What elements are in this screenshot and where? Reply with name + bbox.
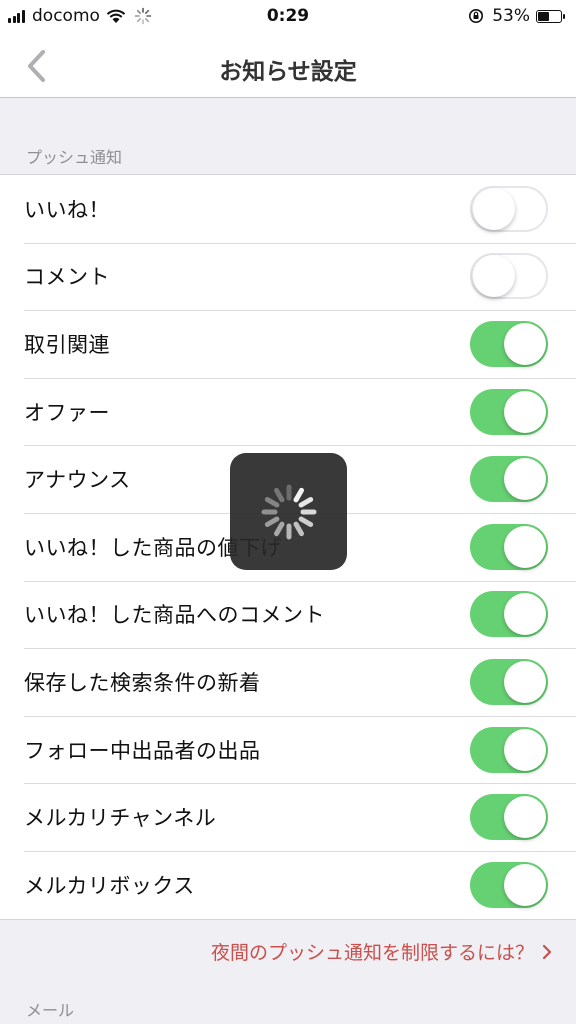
toggle-knob — [504, 660, 546, 703]
push-setting-toggle[interactable] — [470, 861, 548, 908]
battery-percent: 53% — [492, 6, 530, 26]
push-setting-label: コメント — [24, 265, 110, 290]
push-setting-row: コメント — [0, 242, 576, 311]
spinner-segment — [298, 516, 314, 527]
push-setting-label: いいね！した商品へのコメント — [24, 603, 325, 628]
toggle-knob — [504, 525, 546, 568]
loading-spinner-icon — [261, 484, 317, 540]
push-setting-label: いいね！ — [24, 197, 110, 222]
push-setting-row: いいね！ — [0, 175, 576, 243]
toggle-knob — [504, 796, 546, 839]
push-setting-toggle[interactable] — [470, 185, 548, 232]
rotation-lock-icon — [469, 9, 484, 23]
toggle-knob — [473, 187, 515, 230]
push-setting-label: メルカリチャンネル — [24, 806, 217, 831]
spinner-segment — [274, 521, 285, 537]
night-push-limit-text: 夜間のプッシュ通知を制限するには？ — [210, 942, 534, 964]
push-setting-label: メルカリボックス — [24, 873, 195, 898]
loading-hud — [230, 453, 347, 570]
push-setting-label: アナウンス — [24, 468, 131, 493]
push-setting-toggle[interactable] — [470, 658, 548, 705]
push-setting-row: メルカリチャンネル — [0, 783, 576, 851]
push-setting-toggle[interactable] — [470, 388, 548, 435]
battery-icon — [536, 9, 565, 23]
push-setting-label: フォロー中出品者の出品 — [24, 738, 261, 763]
push-setting-row: いいね！した商品へのコメント — [0, 580, 576, 649]
push-setting-toggle[interactable] — [470, 456, 548, 503]
status-bar: docomo 0:29 53% — [0, 0, 576, 34]
push-setting-row: 保存した検索条件の新着 — [0, 648, 576, 716]
push-setting-toggle[interactable] — [470, 591, 548, 638]
push-setting-toggle[interactable] — [470, 320, 548, 367]
push-setting-label: 保存した検索条件の新着 — [24, 670, 261, 695]
toggle-knob — [504, 322, 546, 365]
night-push-limit-link[interactable]: 夜間のプッシュ通知を制限するには？ — [211, 938, 552, 965]
toggle-knob — [504, 863, 546, 906]
spinner-segment — [274, 487, 285, 503]
push-setting-row: メルカリボックス — [0, 850, 576, 919]
spinner-segment — [264, 497, 280, 508]
push-setting-label: オファー — [24, 400, 110, 425]
toggle-knob — [504, 458, 546, 501]
push-setting-row: 取引関連 — [0, 310, 576, 378]
spinner-segment — [293, 521, 304, 537]
push-setting-toggle[interactable] — [470, 726, 548, 773]
navigation-bar: お知らせ設定 — [0, 34, 576, 98]
push-setting-toggle[interactable] — [470, 794, 548, 841]
page-title: お知らせ設定 — [219, 59, 357, 85]
toggle-knob — [504, 728, 546, 771]
status-right: 53% — [468, 6, 565, 26]
notification-settings-screen: docomo 0:29 53% お知らせ設定 プッシュ通知 いいね！ コメント … — [0, 0, 576, 1024]
toggle-knob — [473, 255, 515, 298]
push-setting-label: 取引関連 — [24, 332, 110, 357]
toggle-knob — [504, 390, 546, 433]
push-setting-toggle[interactable] — [470, 523, 548, 570]
chevron-right-icon — [542, 944, 552, 959]
battery-fill — [538, 11, 549, 21]
spinner-segment — [264, 516, 280, 527]
spinner-segment — [293, 487, 304, 503]
toggle-knob — [504, 593, 546, 636]
section-header-mail: メール — [26, 1001, 75, 1020]
push-setting-row: フォロー中出品者の出品 — [0, 715, 576, 784]
push-setting-row: オファー — [0, 377, 576, 446]
spinner-segment — [298, 497, 314, 508]
push-setting-toggle[interactable] — [470, 253, 548, 300]
section-header-push: プッシュ通知 — [26, 148, 123, 167]
